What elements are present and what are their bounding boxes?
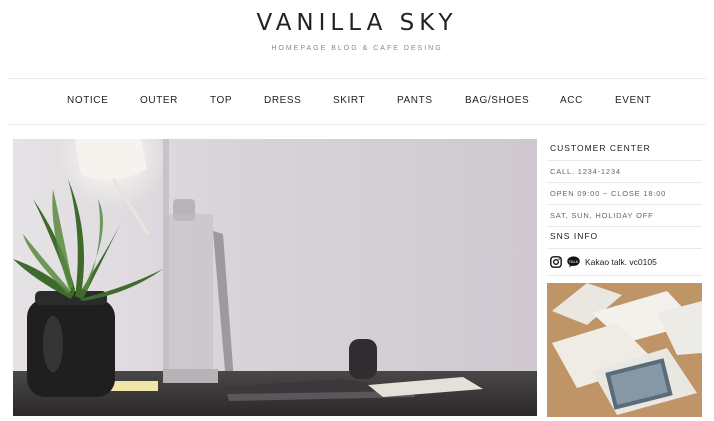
site-header: VANILLA SKY HOMEPAGE BLOG & CAFE DESING bbox=[0, 0, 714, 78]
svg-text:TALK: TALK bbox=[569, 259, 579, 264]
kakao-talk-id[interactable]: Kakao talk. vc0105 bbox=[585, 257, 657, 267]
nav-item-dress[interactable]: DRESS bbox=[264, 95, 301, 106]
nav-item-top[interactable]: TOP bbox=[210, 95, 232, 106]
sns-info-title: SNS INFO bbox=[547, 227, 702, 249]
site-logo[interactable]: VANILLA SKY bbox=[0, 10, 714, 36]
nav-item-pants[interactable]: PANTS bbox=[397, 95, 433, 106]
instagram-icon[interactable] bbox=[550, 256, 562, 268]
nav-item-notice[interactable]: NOTICE bbox=[67, 95, 108, 106]
nav-item-event[interactable]: EVENT bbox=[615, 95, 651, 106]
thumbnail-illustration bbox=[547, 283, 702, 417]
nav-item-acc[interactable]: ACC bbox=[560, 95, 583, 106]
nav-item-bag-shoes[interactable]: BAG/SHOES bbox=[465, 95, 529, 106]
nav-item-outer[interactable]: OUTER bbox=[140, 95, 178, 106]
hero-illustration bbox=[13, 139, 537, 416]
hero-banner-image[interactable] bbox=[13, 139, 537, 416]
hours-info: OPEN 09:00 ~ CLOSE 18:00 bbox=[547, 183, 702, 205]
site-tagline: HOMEPAGE BLOG & CAFE DESING bbox=[271, 45, 443, 52]
sns-links: TALK Kakao talk. vc0105 bbox=[547, 249, 702, 276]
sidebar: CUSTOMER CENTER CALL. 1234-1234 OPEN 09:… bbox=[547, 139, 702, 276]
kakao-talk-icon[interactable]: TALK bbox=[567, 256, 580, 268]
holiday-info: SAT, SUN, HOLIDAY OFF bbox=[547, 205, 702, 227]
nav-item-skirt[interactable]: SKIRT bbox=[333, 95, 365, 106]
main-nav: NOTICE OUTER TOP DRESS SKIRT PANTS BAG/S… bbox=[0, 79, 714, 124]
customer-center-title: CUSTOMER CENTER bbox=[547, 139, 702, 161]
call-info: CALL. 1234-1234 bbox=[547, 161, 702, 183]
nav-divider-bottom bbox=[8, 124, 706, 125]
sidebar-thumbnail-image[interactable] bbox=[547, 283, 702, 417]
